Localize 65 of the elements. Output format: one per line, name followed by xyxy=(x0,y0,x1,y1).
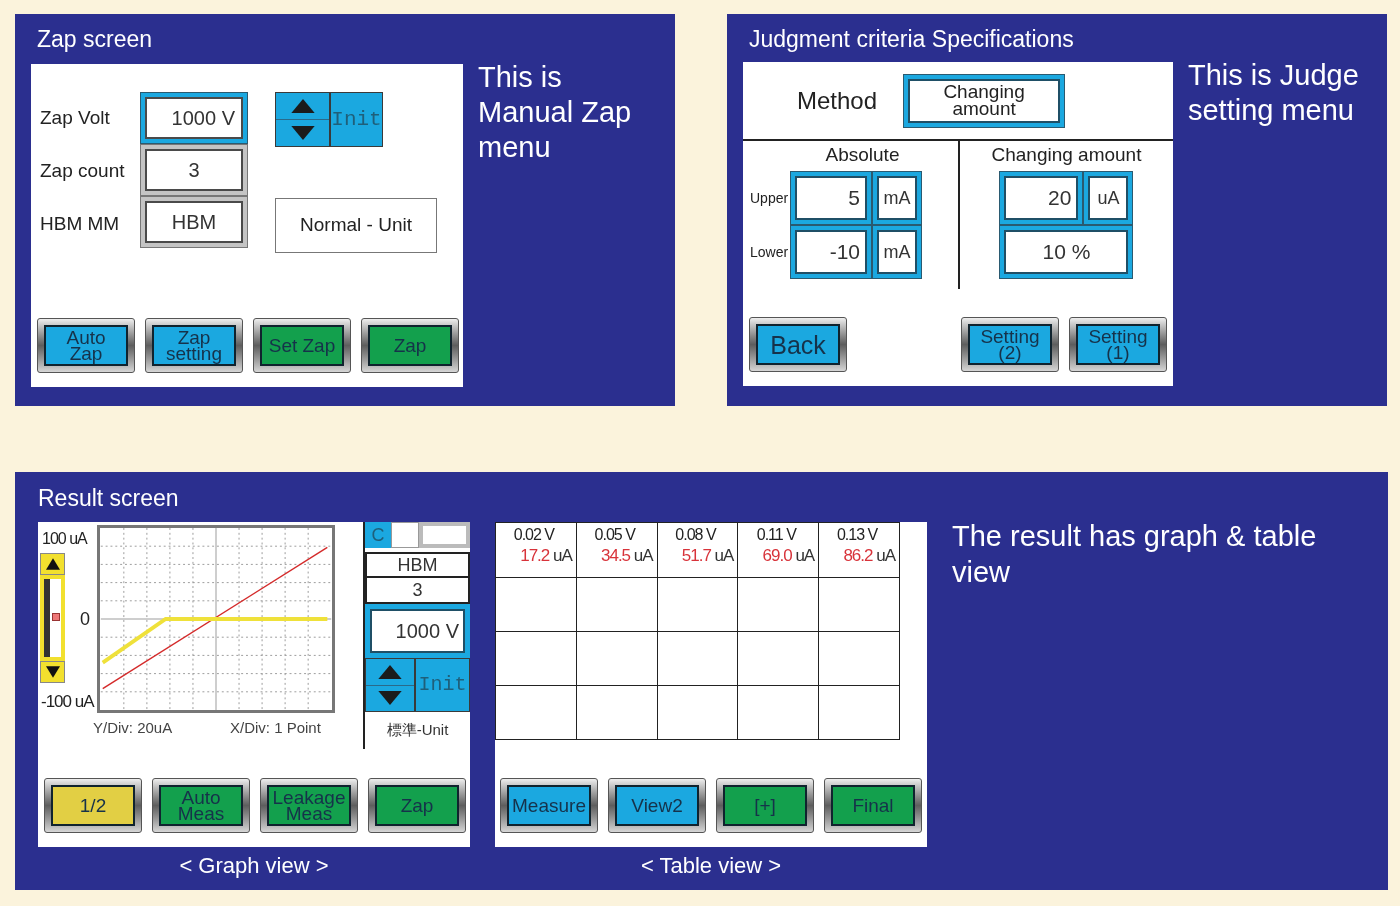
caption: The result has graph & table view xyxy=(952,519,1318,591)
screen-button[interactable]: Set Zap xyxy=(253,318,351,373)
screen-button[interactable]: Auto Zap xyxy=(37,318,135,373)
unit-field[interactable]: mA xyxy=(872,225,922,279)
section-title: Changing amount xyxy=(991,142,1142,167)
value-field[interactable]: 3 xyxy=(140,144,248,196)
screen-button[interactable]: 1/2 xyxy=(44,778,142,833)
scroll-up-button[interactable] xyxy=(40,553,65,575)
screen-button[interactable]: Leakage Meas xyxy=(260,778,358,833)
field-label: Zap Volt xyxy=(40,106,110,131)
field-label: HBM MM xyxy=(40,212,120,237)
screen-button[interactable]: Zap xyxy=(361,318,459,373)
value-field[interactable]: 1000 V xyxy=(365,604,470,658)
screen-button[interactable]: [+] xyxy=(716,778,814,833)
triangle-up-icon xyxy=(376,664,404,679)
row-label: Lower xyxy=(749,242,790,262)
caption: This is Judge setting menu xyxy=(1187,58,1360,128)
method-field[interactable]: Changing amount xyxy=(903,73,1066,128)
screen-button[interactable]: Auto Meas xyxy=(152,778,250,833)
unit-box: Normal - Unit xyxy=(275,198,437,253)
value-field[interactable]: 20 xyxy=(999,171,1084,225)
value-field[interactable]: 1000 V xyxy=(140,92,248,144)
caption: This is Manual Zap menu xyxy=(478,60,633,165)
view-caption: < Graph view > xyxy=(179,852,329,880)
panel-title: Zap screen xyxy=(37,24,153,54)
value-field[interactable]: 5 xyxy=(790,171,872,225)
view-caption: < Table view > xyxy=(640,852,782,880)
row-label: Upper xyxy=(749,188,790,208)
value-field[interactable]: HBM xyxy=(140,196,248,248)
value-field[interactable]: -10 xyxy=(790,225,872,279)
section-title: Absolute xyxy=(825,142,900,167)
value-field[interactable]: 10 % xyxy=(999,225,1134,279)
unit-label: 標準-Unit xyxy=(386,720,449,741)
screen-button[interactable]: Setting (2) xyxy=(960,317,1059,372)
table-cell: 0.02 V 17.2 uA xyxy=(495,522,577,578)
axis-label: -100 uA xyxy=(41,691,94,713)
screen-button[interactable]: View2 xyxy=(608,778,706,833)
init-button[interactable]: Init xyxy=(415,658,470,712)
method-label: Method xyxy=(797,85,878,116)
screen-button[interactable]: Back xyxy=(749,317,847,372)
axis-label: 100 uA xyxy=(42,529,87,549)
axis-label: 0 xyxy=(80,608,90,631)
screen-button[interactable]: Measure xyxy=(500,778,598,833)
panel-title: Judgment criteria Specifications xyxy=(749,24,1074,54)
triangle-up-icon xyxy=(45,558,60,570)
triangle-down-icon xyxy=(376,691,404,706)
axis-label: X/Div: 1 Point xyxy=(230,718,321,738)
field-label: Zap count xyxy=(40,159,125,184)
scroll-down-button[interactable] xyxy=(40,661,65,683)
screen-button[interactable]: Zap setting xyxy=(145,318,243,373)
screen-button[interactable]: Final xyxy=(824,778,922,833)
method-field: HBM xyxy=(365,552,470,578)
screen-button[interactable]: Setting (1) xyxy=(1068,317,1167,372)
init-button[interactable]: Init xyxy=(330,92,383,147)
unit-field[interactable]: uA xyxy=(1083,171,1134,225)
mode-indicator: C xyxy=(365,522,391,548)
unit-field[interactable]: mA xyxy=(872,171,922,225)
panel-title: Result screen xyxy=(38,483,179,513)
table-cell: 0.13 V 86.2 uA xyxy=(818,522,900,578)
table-cell: 0.05 V 34.5 uA xyxy=(576,522,658,578)
table-cell: 0.11 V 69.0 uA xyxy=(737,522,819,578)
triangle-down-icon xyxy=(45,666,60,678)
axis-label: Y/Div: 20uA xyxy=(93,718,173,738)
screen-button[interactable]: Zap xyxy=(368,778,466,833)
table-cell: 0.08 V 51.7 uA xyxy=(657,522,738,578)
